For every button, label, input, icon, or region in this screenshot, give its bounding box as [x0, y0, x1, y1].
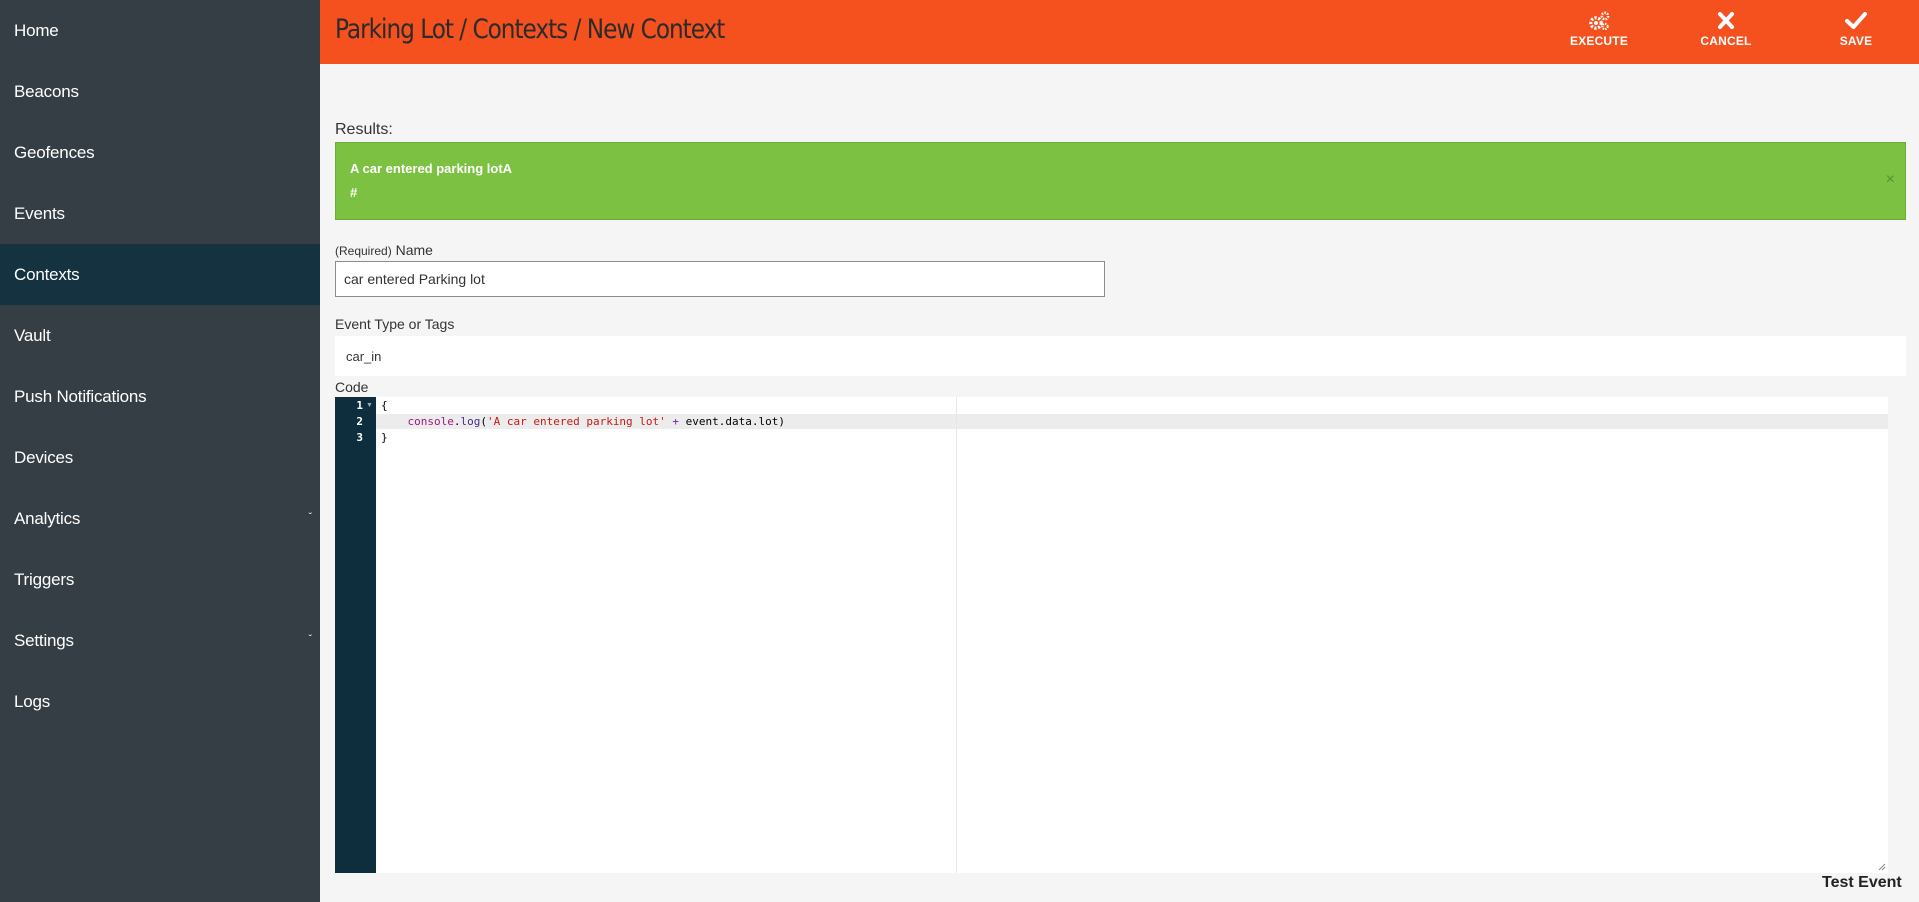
code-token: ): [778, 415, 786, 428]
required-marker: (Required): [335, 244, 392, 258]
chevron-down-icon: ˇ: [308, 511, 312, 523]
name-field-label: (Required) Name: [335, 242, 433, 258]
resize-handle-icon[interactable]: [1878, 863, 1886, 871]
sidebar-item-home[interactable]: Home: [0, 0, 320, 61]
sidebar-item-analytics[interactable]: Analytics ˇ: [0, 488, 320, 549]
sidebar-item-label: Home: [14, 20, 59, 40]
results-output-line: A car entered parking lotA: [350, 161, 513, 176]
sidebar: Home Beacons Geofences Events Contexts V…: [0, 0, 320, 902]
code-token: (: [480, 415, 487, 428]
code-line: }: [381, 431, 388, 444]
sidebar-item-label: Devices: [14, 447, 74, 467]
code-line: {: [381, 399, 388, 412]
code-field-label: Code: [335, 379, 369, 395]
line-number: 1: [356, 399, 363, 412]
gears-icon: [1589, 11, 1610, 31]
sidebar-item-label: Beacons: [14, 81, 79, 101]
code-token: log: [460, 415, 481, 428]
code-line: console.log('A car entered parking lot' …: [381, 415, 786, 428]
results-label: Results:: [335, 121, 393, 138]
cancel-label: CANCEL: [1700, 34, 1752, 48]
sidebar-item-beacons[interactable]: Beacons: [0, 61, 320, 122]
results-alert: A car entered parking lotA # ×: [335, 142, 1906, 220]
sidebar-item-label: Triggers: [14, 569, 75, 589]
chevron-down-icon: ˇ: [308, 633, 312, 645]
sidebar-item-settings[interactable]: Settings ˇ: [0, 610, 320, 671]
close-icon: [1718, 12, 1734, 29]
name-field[interactable]: [335, 261, 1105, 297]
fold-toggle-icon[interactable]: ▼: [366, 402, 373, 409]
sidebar-item-events[interactable]: Events: [0, 183, 320, 244]
sidebar-item-geofences[interactable]: Geofences: [0, 122, 320, 183]
test-event-button[interactable]: Test Event: [1822, 874, 1902, 892]
sidebar-item-logs[interactable]: Logs: [0, 671, 320, 732]
sidebar-item-label: Contexts: [14, 264, 80, 284]
save-button[interactable]: SAVE: [1816, 10, 1896, 54]
sidebar-item-devices[interactable]: Devices: [0, 427, 320, 488]
code-editor[interactable]: 1 ▼ 2 3 { console.log('A car entered par…: [335, 397, 1888, 873]
name-label-text: Name: [395, 242, 433, 258]
sidebar-item-label: Events: [14, 203, 65, 223]
sidebar-item-label: Geofences: [14, 142, 95, 162]
breadcrumb: Parking Lot / Contexts / New Context: [335, 14, 725, 45]
results-output-line: #: [350, 185, 358, 200]
code-token: console: [407, 415, 454, 428]
execute-label: EXECUTE: [1569, 34, 1629, 48]
sidebar-item-label: Logs: [14, 691, 51, 711]
code-token: +: [665, 415, 686, 428]
tags-field-label: Event Type or Tags: [335, 316, 455, 332]
sidebar-item-label: Analytics: [14, 508, 81, 528]
line-number: 2: [356, 415, 363, 428]
sidebar-item-label: Push Notifications: [14, 386, 147, 406]
sidebar-item-label: Vault: [14, 325, 51, 345]
execute-button[interactable]: EXECUTE: [1559, 10, 1639, 54]
code-token: 'A car entered parking lot': [486, 415, 666, 428]
print-margin: [956, 397, 957, 873]
line-number-gutter: 1 ▼ 2 3: [335, 397, 376, 873]
sidebar-item-triggers[interactable]: Triggers: [0, 549, 320, 610]
top-bar: Parking Lot / Contexts / New Context EXE…: [320, 0, 1919, 64]
sidebar-item-label: Settings: [14, 630, 74, 650]
line-number: 3: [356, 431, 363, 444]
sidebar-item-vault[interactable]: Vault: [0, 305, 320, 366]
cancel-button[interactable]: CANCEL: [1686, 10, 1766, 54]
save-label: SAVE: [1839, 34, 1873, 48]
sidebar-item-contexts[interactable]: Contexts: [0, 244, 320, 305]
check-icon: [1845, 12, 1867, 29]
close-icon[interactable]: ×: [1886, 171, 1895, 189]
code-token: event.data.lot: [685, 415, 779, 428]
sidebar-item-push-notifications[interactable]: Push Notifications: [0, 366, 320, 427]
event-tags-field[interactable]: [335, 336, 1906, 376]
